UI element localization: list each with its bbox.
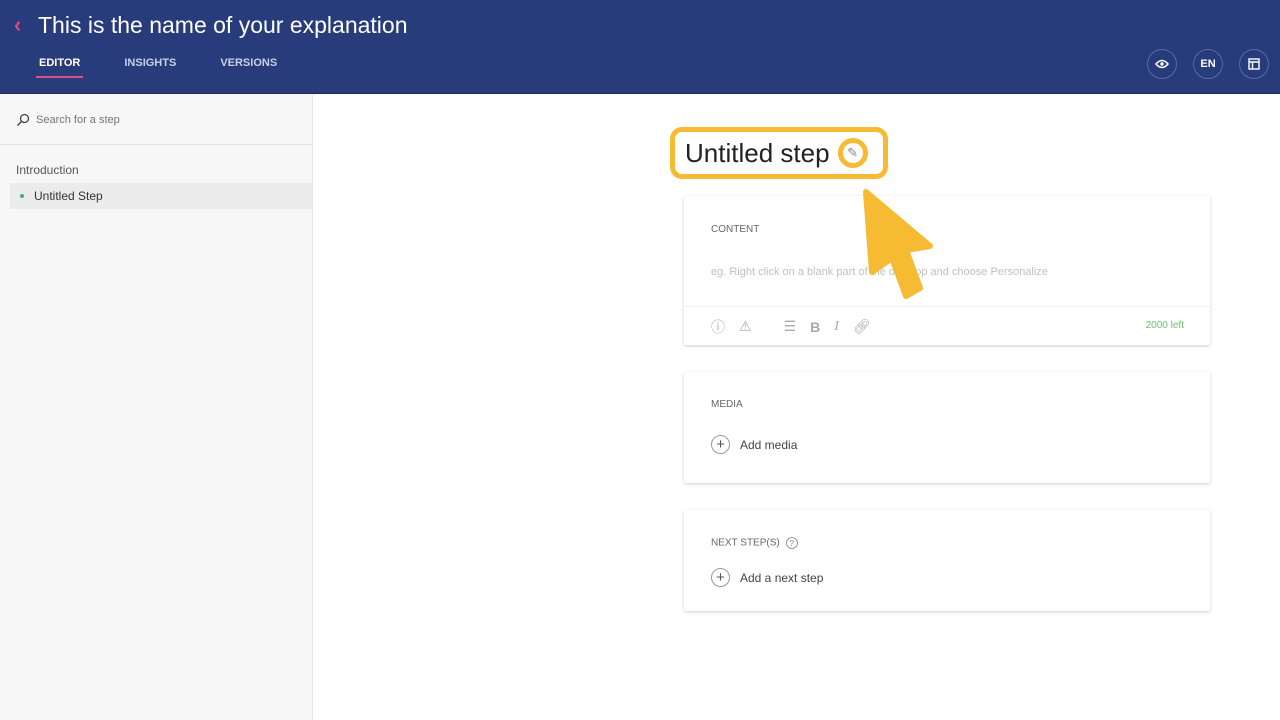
- language-button[interactable]: EN: [1193, 49, 1223, 79]
- format-toolbar: ⓘ ⚠ ☰ B I 🔗︎ 2000 left: [684, 306, 1210, 346]
- step-search: [0, 95, 312, 145]
- search-input[interactable]: [36, 113, 286, 126]
- content-card: CONTENT eg. Right click on a blank part …: [684, 196, 1210, 345]
- tab-insights[interactable]: INSIGHTS: [124, 57, 176, 69]
- add-next-step-label: Add a next step: [740, 570, 824, 585]
- content-label: CONTENT: [711, 224, 760, 235]
- next-steps-card: NEXT STEP(S)? + Add a next step: [684, 510, 1210, 611]
- help-icon[interactable]: ?: [785, 537, 798, 549]
- info-icon[interactable]: ⓘ: [711, 317, 725, 337]
- bold-icon[interactable]: B: [810, 319, 820, 335]
- italic-icon[interactable]: I: [834, 319, 839, 335]
- link-icon[interactable]: 🔗︎: [853, 318, 871, 335]
- step-title-highlight: Untitled step ✎: [670, 127, 888, 179]
- next-steps-label: NEXT STEP(S)?: [711, 537, 798, 549]
- preview-button[interactable]: [1147, 49, 1177, 79]
- warning-icon[interactable]: ⚠: [739, 318, 752, 335]
- plus-icon: +: [711, 435, 730, 454]
- layout-icon: [1248, 58, 1260, 70]
- section-introduction[interactable]: Introduction: [0, 145, 312, 177]
- list-icon[interactable]: ☰: [784, 318, 797, 335]
- plus-icon: +: [711, 568, 730, 587]
- pencil-edit-icon[interactable]: ✎: [837, 138, 868, 168]
- media-label: MEDIA: [711, 399, 743, 410]
- eye-icon: [1155, 59, 1169, 69]
- characters-left: 2000 left: [1145, 320, 1184, 331]
- step-item-label: Untitled Step: [34, 189, 103, 203]
- search-icon: [16, 113, 30, 126]
- add-media-button[interactable]: + Add media: [711, 435, 797, 454]
- tab-versions[interactable]: VERSIONS: [220, 57, 277, 69]
- layout-button[interactable]: [1239, 49, 1269, 79]
- sidebar-step-item[interactable]: Untitled Step: [10, 183, 312, 209]
- add-next-step-button[interactable]: + Add a next step: [711, 568, 823, 587]
- pointer-arrow-icon: [863, 189, 933, 299]
- sidebar: Introduction Untitled Step: [0, 95, 313, 720]
- tab-editor[interactable]: EDITOR: [35, 57, 84, 78]
- step-title[interactable]: Untitled step: [685, 138, 830, 169]
- add-media-label: Add media: [740, 437, 798, 452]
- explanation-title: This is the name of your explanation: [38, 12, 408, 38]
- back-chevron-icon[interactable]: ‹: [14, 12, 21, 38]
- step-dot-icon: [20, 194, 24, 198]
- media-card: MEDIA + Add media: [684, 372, 1210, 483]
- app-header: ‹ This is the name of your explanation E…: [0, 0, 1280, 94]
